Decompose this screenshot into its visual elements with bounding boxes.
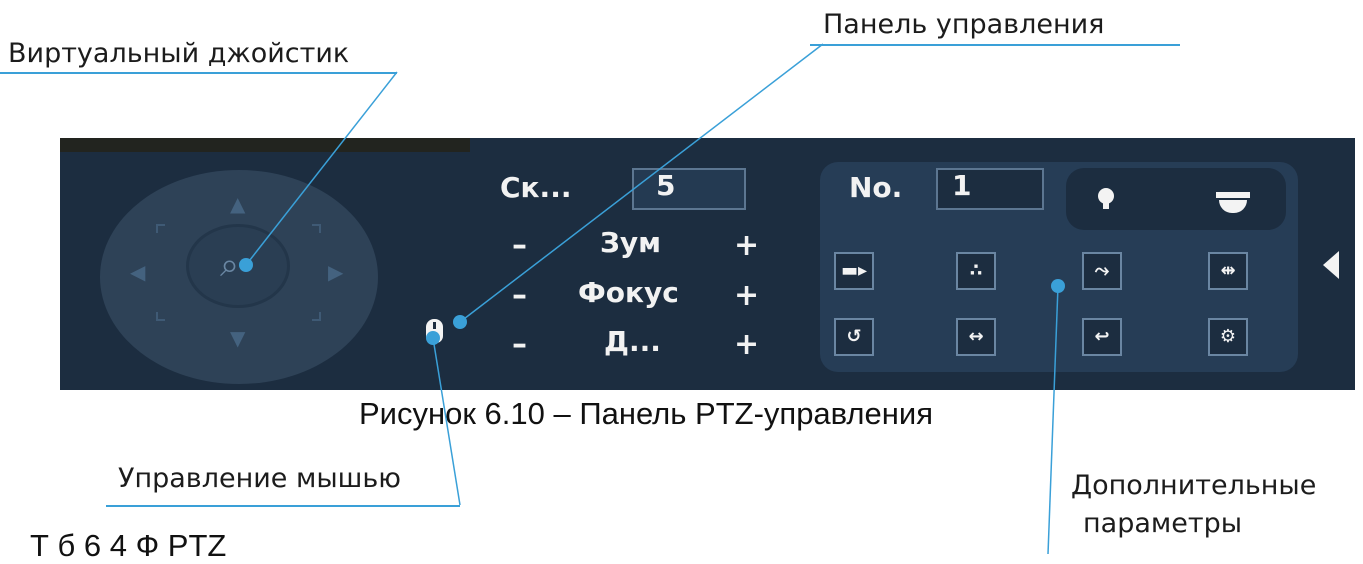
mouse-leader-dot — [426, 331, 440, 345]
control-panel-leader-dot — [453, 315, 467, 329]
joystick-leader-line — [245, 71, 398, 266]
extra-params-leader-dot — [1051, 279, 1065, 293]
mouse-leader-line — [432, 337, 461, 506]
extra-params-leader-line — [1047, 285, 1059, 554]
control-panel-leader-line — [459, 43, 824, 323]
leader-lines — [239, 43, 1065, 554]
joystick-leader-dot — [239, 258, 253, 272]
